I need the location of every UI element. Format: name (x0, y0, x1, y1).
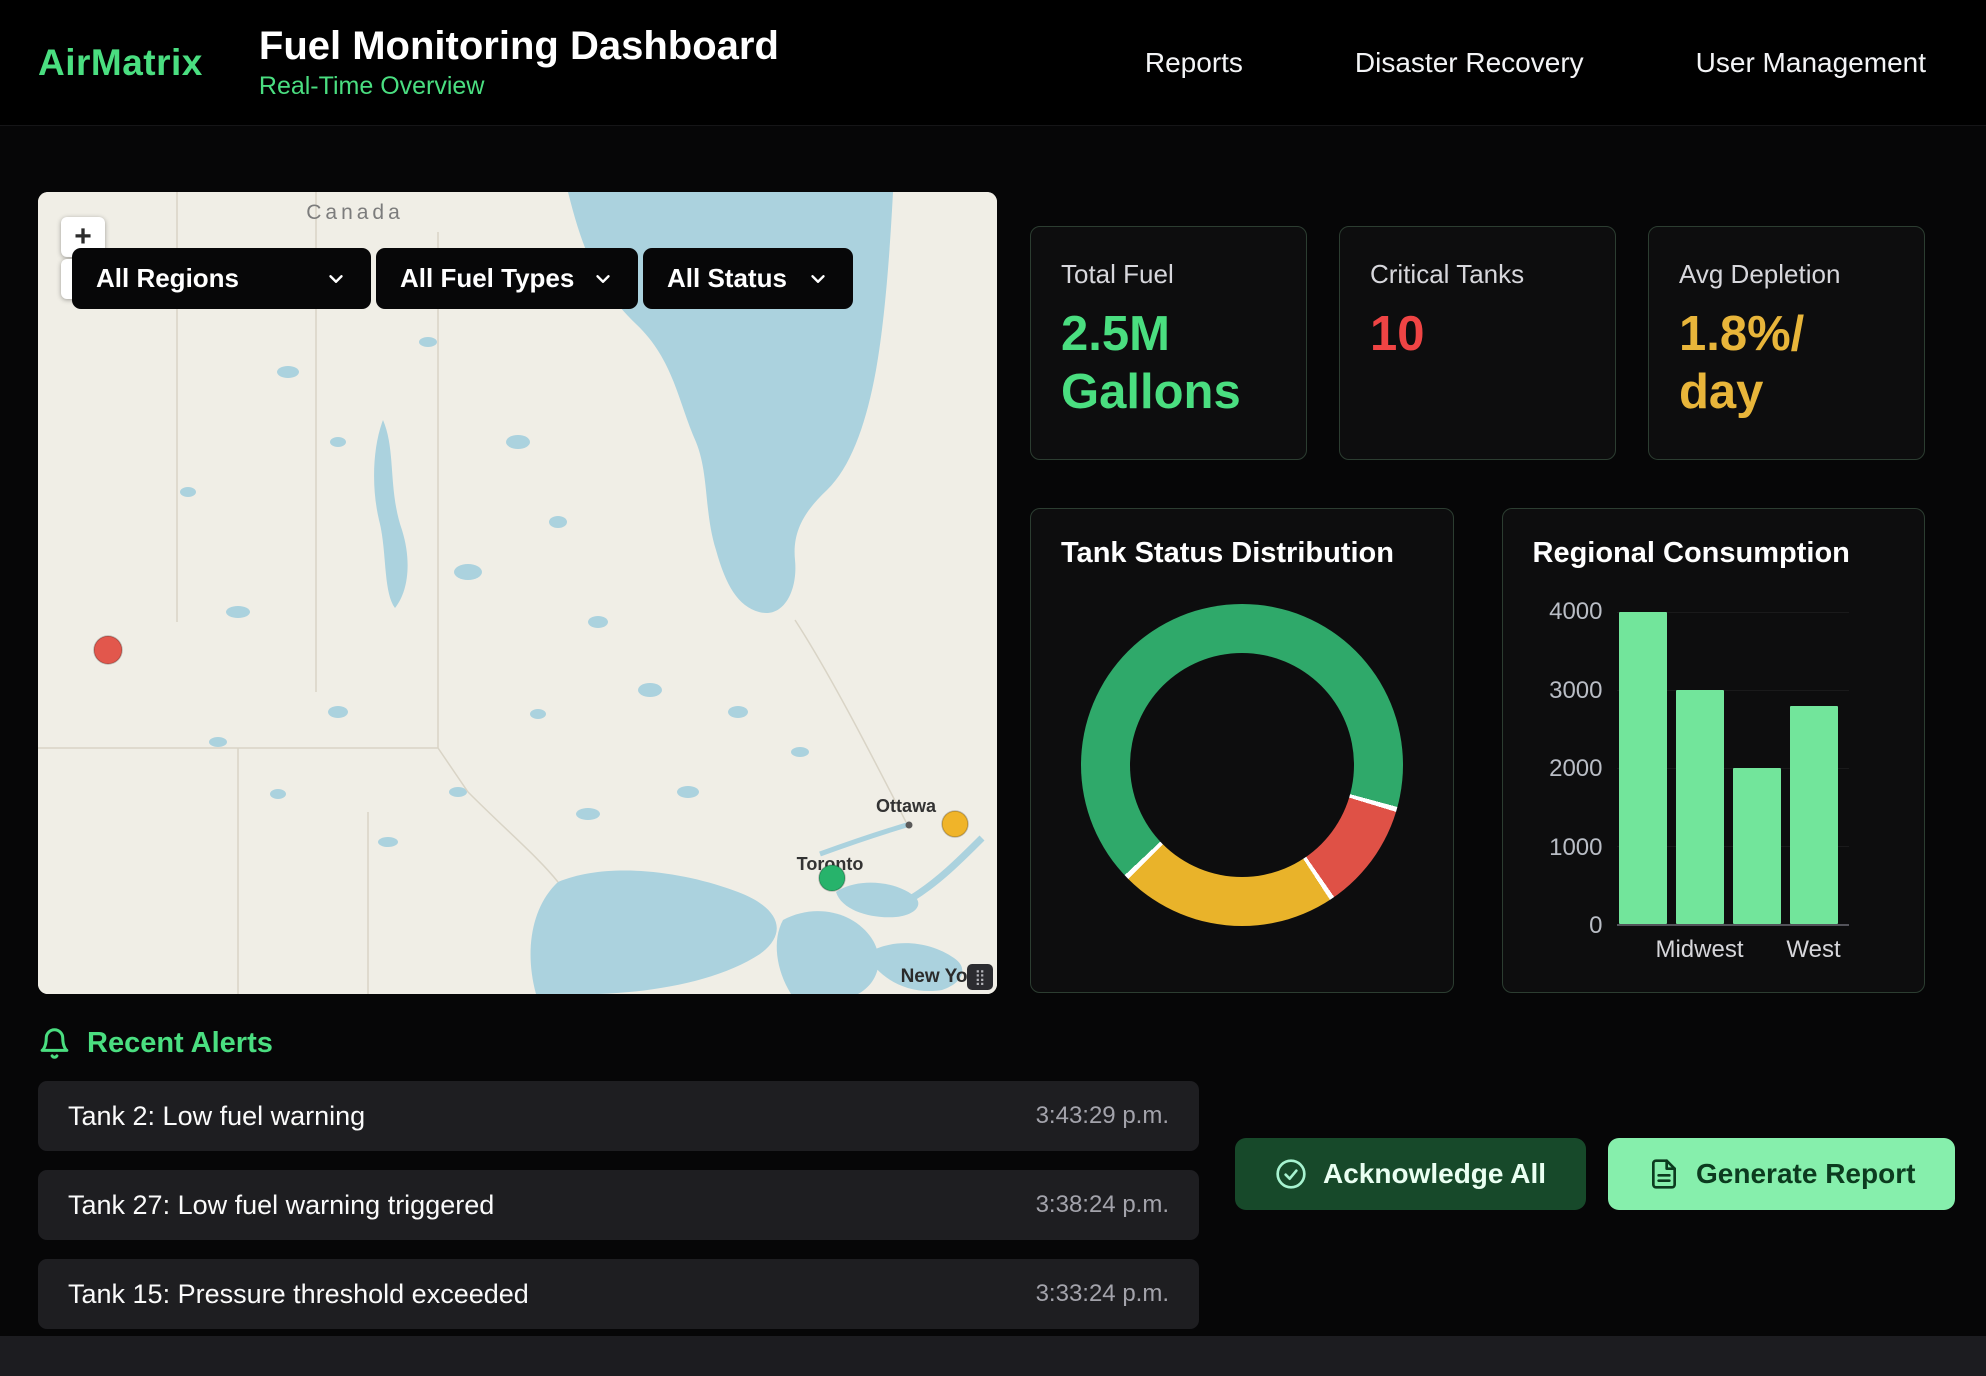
bar-2 (1733, 768, 1781, 924)
stat-value-line1: 1.8%/ (1679, 306, 1894, 364)
stats-row: Total Fuel 2.5M Gallons Critical Tanks 1… (1030, 226, 1925, 460)
stat-value-total-fuel: 2.5M Gallons (1061, 306, 1276, 422)
filter-regions-dropdown[interactable]: All Regions (72, 248, 371, 309)
alert-message: Tank 15: Pressure threshold exceeded (68, 1279, 529, 1310)
alert-message: Tank 2: Low fuel warning (68, 1101, 365, 1132)
bar-chart: 01000200030004000 MidwestWest (1533, 612, 1895, 964)
tank-status-donut-chart (1081, 604, 1403, 926)
alerts-body: Tank 2: Low fuel warning 3:43:29 p.m. Ta… (38, 1060, 1948, 1329)
page-title: Fuel Monitoring Dashboard (259, 24, 779, 68)
chevron-down-icon (592, 268, 614, 290)
chevron-down-icon (807, 268, 829, 290)
donut-chart-title: Tank Status Distribution (1061, 537, 1423, 570)
y-tick-4000: 4000 (1549, 598, 1602, 626)
tank-marker-red[interactable] (94, 636, 122, 664)
tank-marker-yellow[interactable] (942, 811, 968, 837)
alert-actions: Acknowledge All Generate Report (1235, 1138, 1955, 1329)
bar-x-label-1: Midwest (1676, 936, 1724, 964)
generate-report-button[interactable]: Generate Report (1608, 1138, 1955, 1210)
alerts-header: Recent Alerts (38, 1027, 1948, 1060)
stat-card-critical-tanks: Critical Tanks 10 (1339, 226, 1616, 460)
stat-card-total-fuel: Total Fuel 2.5M Gallons (1030, 226, 1307, 460)
stat-label: Avg Depletion (1679, 259, 1894, 290)
report-file-icon (1648, 1158, 1680, 1190)
chevron-down-icon (325, 268, 347, 290)
title-block: Fuel Monitoring Dashboard Real-Time Over… (259, 24, 779, 101)
main-content: Canada Ottawa Toronto New York + − (0, 126, 1986, 994)
bar-chart-plot-area: Midwest West (1617, 612, 1849, 964)
stat-label: Critical Tanks (1370, 259, 1585, 290)
alert-row[interactable]: Tank 15: Pressure threshold exceeded 3:3… (38, 1259, 1199, 1329)
donut-chart-wrap (1061, 604, 1423, 926)
tank-status-card: Tank Status Distribution (1030, 508, 1454, 993)
bottom-bar (0, 1336, 1986, 1376)
stat-value-critical-tanks: 10 (1370, 306, 1585, 364)
bell-icon (38, 1027, 71, 1060)
regional-consumption-card: Regional Consumption 0 1000 2000 3000 4000 M… (1502, 508, 1926, 993)
resize-handle-icon[interactable]: ⣿ (967, 964, 993, 990)
generate-report-label: Generate Report (1696, 1158, 1915, 1190)
check-circle-icon (1275, 1158, 1307, 1190)
alert-time: 3:43:29 p.m. (1036, 1102, 1169, 1130)
bar-1 (1676, 690, 1724, 924)
nav-user-management[interactable]: User Management (1696, 47, 1926, 79)
ottawa-city-dot (906, 822, 913, 829)
header: AirMatrix Fuel Monitoring Dashboard Real… (0, 0, 1986, 126)
bar-3 (1790, 706, 1838, 924)
y-tick-1000: 1000 (1549, 834, 1602, 862)
alert-row[interactable]: Tank 2: Low fuel warning 3:43:29 p.m. (38, 1081, 1199, 1151)
stat-value-line1: 2.5M (1061, 306, 1276, 364)
bar-0 (1619, 612, 1667, 924)
bar-chart-bars (1617, 612, 1849, 926)
alert-time: 3:38:24 p.m. (1036, 1191, 1169, 1219)
tank-marker-green[interactable] (819, 865, 845, 891)
stat-label: Total Fuel (1061, 259, 1276, 290)
filter-regions-label: All Regions (96, 263, 239, 294)
recent-alerts-section: Recent Alerts Tank 2: Low fuel warning 3… (0, 994, 1986, 1329)
bar-chart-y-axis: 01000200030004000 (1533, 612, 1617, 926)
alert-row[interactable]: Tank 27: Low fuel warning triggered 3:38… (38, 1170, 1199, 1240)
filter-status-label: All Status (667, 263, 787, 294)
page-subtitle: Real-Time Overview (259, 72, 779, 101)
charts-row: Tank Status Distribution Regional Consum… (1030, 508, 1925, 993)
main-nav: Reports Disaster Recovery User Managemen… (1145, 47, 1926, 79)
stat-value-line2: day (1679, 364, 1894, 422)
map-canvas[interactable]: Canada Ottawa Toronto New York (38, 192, 997, 994)
bar-chart-title: Regional Consumption (1533, 537, 1895, 570)
y-tick-0: 0 (1589, 912, 1602, 940)
alert-message: Tank 27: Low fuel warning triggered (68, 1190, 494, 1221)
acknowledge-all-label: Acknowledge All (1323, 1158, 1546, 1190)
nav-reports[interactable]: Reports (1145, 47, 1243, 79)
bar-x-label-3: West (1790, 936, 1838, 964)
map-filters: All Regions All Fuel Types All Status (72, 248, 853, 309)
label-ottawa: Ottawa (876, 796, 937, 816)
bar-x-label-2 (1733, 936, 1781, 964)
y-tick-2000: 2000 (1549, 755, 1602, 783)
filter-fuel-types-label: All Fuel Types (400, 263, 574, 294)
fuel-dashboard-page: AirMatrix Fuel Monitoring Dashboard Real… (0, 0, 1986, 1376)
alert-time: 3:33:24 p.m. (1036, 1280, 1169, 1308)
stat-value-line1: 10 (1370, 306, 1585, 364)
bar-chart-x-labels: Midwest West (1617, 936, 1849, 964)
filter-fuel-types-dropdown[interactable]: All Fuel Types (376, 248, 638, 309)
nav-disaster-recovery[interactable]: Disaster Recovery (1355, 47, 1584, 79)
brand-logo[interactable]: AirMatrix (38, 42, 203, 84)
stat-card-avg-depletion: Avg Depletion 1.8%/ day (1648, 226, 1925, 460)
acknowledge-all-button[interactable]: Acknowledge All (1235, 1138, 1586, 1210)
alerts-title: Recent Alerts (87, 1027, 273, 1060)
right-column: Total Fuel 2.5M Gallons Critical Tanks 1… (1030, 192, 1925, 994)
map-panel[interactable]: Canada Ottawa Toronto New York + − (38, 192, 997, 994)
label-canada: Canada (306, 201, 404, 224)
stat-value-line2: Gallons (1061, 364, 1276, 422)
y-tick-3000: 3000 (1549, 677, 1602, 705)
stat-value-avg-depletion: 1.8%/ day (1679, 306, 1894, 422)
alert-list: Tank 2: Low fuel warning 3:43:29 p.m. Ta… (38, 1081, 1199, 1329)
filter-status-dropdown[interactable]: All Status (643, 248, 853, 309)
